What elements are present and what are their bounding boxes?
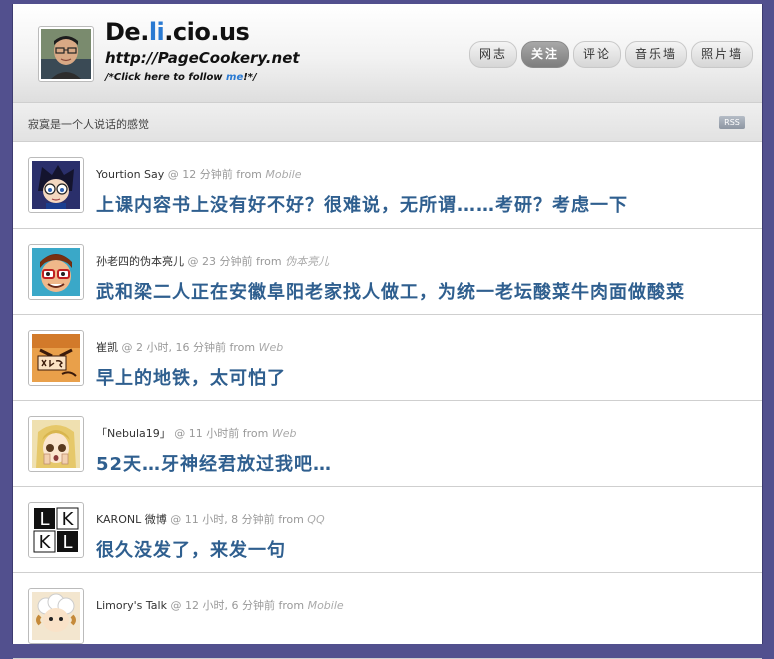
post-text: 早上的地铁，太可怕了	[96, 368, 286, 389]
user-avatar[interactable]	[28, 588, 84, 644]
post-author[interactable]: 孙老四的伪本亮儿	[96, 255, 184, 268]
owner-avatar-photo	[41, 29, 91, 79]
nav-tab-photo-wall[interactable]: 照片墙	[691, 41, 754, 68]
feed-item: 孙老四的伪本亮儿 @ 23 分钟前 from 伪本亮儿 武和梁二人正在安徽阜阳老…	[13, 229, 762, 315]
site-title-part: .cio.us	[164, 18, 250, 46]
follow-link[interactable]: /*Click here to follow me!*/	[105, 71, 257, 84]
svg-text:K: K	[62, 509, 75, 530]
post-meta: 崔凯 @ 2 小时, 16 分钟前 from Web	[96, 339, 283, 355]
post-time: @ 12 分钟前	[167, 168, 233, 181]
user-avatar[interactable]	[28, 244, 84, 300]
site-title[interactable]: De.li.cio.us	[105, 18, 250, 46]
page-container: De.li.cio.us http://PageCookery.net /*Cl…	[12, 4, 763, 659]
post-text: 52天…牙神经君放过我吧…	[96, 454, 333, 475]
svg-text:L: L	[39, 509, 49, 530]
feed-item: 「Nebula19」 @ 11 小时前 from Web 52天…牙神经君放过我…	[13, 401, 762, 487]
post-source: 伪本亮儿	[285, 255, 330, 268]
svg-text:K: K	[39, 532, 52, 553]
follow-text: /*Click here to follow	[105, 72, 227, 83]
post-author[interactable]: 崔凯	[96, 341, 118, 354]
post-meta: 「Nebula19」 @ 11 小时前 from Web	[96, 425, 297, 441]
post-meta: Yourtion Say @ 12 分钟前 from Mobile	[96, 166, 302, 182]
follow-me-link[interactable]: me	[226, 72, 243, 83]
angry-face-avatar	[32, 334, 80, 382]
anime-boy-avatar	[32, 161, 80, 209]
sheep-avatar	[32, 592, 80, 640]
post-source: QQ	[307, 513, 325, 526]
site-header: De.li.cio.us http://PageCookery.net /*Cl…	[13, 4, 762, 102]
svg-text:L: L	[62, 532, 72, 553]
status-feed: Yourtion Say @ 12 分钟前 from Mobile 上课内容书上…	[13, 142, 762, 659]
post-author[interactable]: Yourtion Say	[96, 168, 164, 181]
post-from: from	[229, 341, 256, 354]
nav-tab-comments[interactable]: 评论	[573, 41, 622, 68]
user-avatar[interactable]	[28, 330, 84, 386]
post-time: @ 11 小时前	[174, 427, 240, 440]
post-from: from	[242, 427, 269, 440]
letter-tiles-avatar: L K K L	[32, 506, 80, 554]
site-title-part: De.	[105, 18, 149, 46]
post-text: 武和梁二人正在安徽阜阳老家找人做工，为统一老坛酸菜牛肉面做酸菜	[96, 282, 685, 303]
follow-text: !*/	[243, 72, 257, 83]
nav-tab-following[interactable]: 关注	[521, 41, 570, 68]
owner-avatar[interactable]	[38, 26, 94, 82]
feed-item: L K K L KARONL 微博 @ 11 小时, 8 分钟前 from QQ…	[13, 487, 762, 573]
post-source: Web	[271, 427, 297, 440]
post-time: @ 23 分钟前	[187, 255, 253, 268]
rss-button[interactable]: RSS	[719, 116, 745, 129]
nav-tab-blog[interactable]: 网志	[469, 41, 518, 68]
post-from: from	[278, 599, 305, 612]
anime-girl-avatar	[32, 420, 80, 468]
post-source: Mobile	[265, 168, 302, 181]
post-from: from	[236, 168, 262, 181]
site-url[interactable]: http://PageCookery.net	[105, 49, 300, 67]
post-from: from	[278, 513, 304, 526]
feed-item: Yourtion Say @ 12 分钟前 from Mobile 上课内容书上…	[13, 142, 762, 229]
feed-item: Limory's Talk @ 12 小时, 6 分钟前 from Mobile	[13, 573, 762, 659]
site-title-part: li	[148, 18, 165, 46]
post-source: Web	[258, 341, 284, 354]
post-time: @ 12 小时, 6 分钟前	[170, 599, 275, 612]
cartoon-face-avatar	[32, 248, 80, 296]
post-text: 很久没发了，来发一句	[96, 540, 286, 561]
post-meta: KARONL 微博 @ 11 小时, 8 分钟前 from QQ	[96, 511, 325, 527]
post-meta: Limory's Talk @ 12 小时, 6 分钟前 from Mobile	[96, 597, 344, 613]
post-source: Mobile	[307, 599, 344, 612]
tagline-bar: 寂寞是一个人说话的感觉 RSS	[13, 102, 762, 142]
post-author[interactable]: Limory's Talk	[96, 599, 167, 612]
user-avatar[interactable]	[28, 416, 84, 472]
site-tagline: 寂寞是一个人说话的感觉	[28, 118, 149, 131]
post-text: 上课内容书上没有好不好？很难说，无所谓……考研？考虑一下	[96, 195, 628, 216]
post-from: from	[256, 255, 282, 268]
main-nav: 网志 关注 评论 音乐墙 照片墙	[469, 41, 754, 68]
post-time: @ 2 小时, 16 分钟前	[121, 341, 226, 354]
nav-tab-music-wall[interactable]: 音乐墙	[625, 41, 688, 68]
post-time: @ 11 小时, 8 分钟前	[170, 513, 275, 526]
post-author[interactable]: KARONL 微博	[96, 513, 167, 526]
post-author[interactable]: 「Nebula19」	[96, 427, 171, 440]
post-meta: 孙老四的伪本亮儿 @ 23 分钟前 from 伪本亮儿	[96, 253, 329, 269]
user-avatar[interactable]	[28, 157, 84, 213]
feed-item: 崔凯 @ 2 小时, 16 分钟前 from Web 早上的地铁，太可怕了	[13, 315, 762, 401]
user-avatar[interactable]: L K K L	[28, 502, 84, 558]
